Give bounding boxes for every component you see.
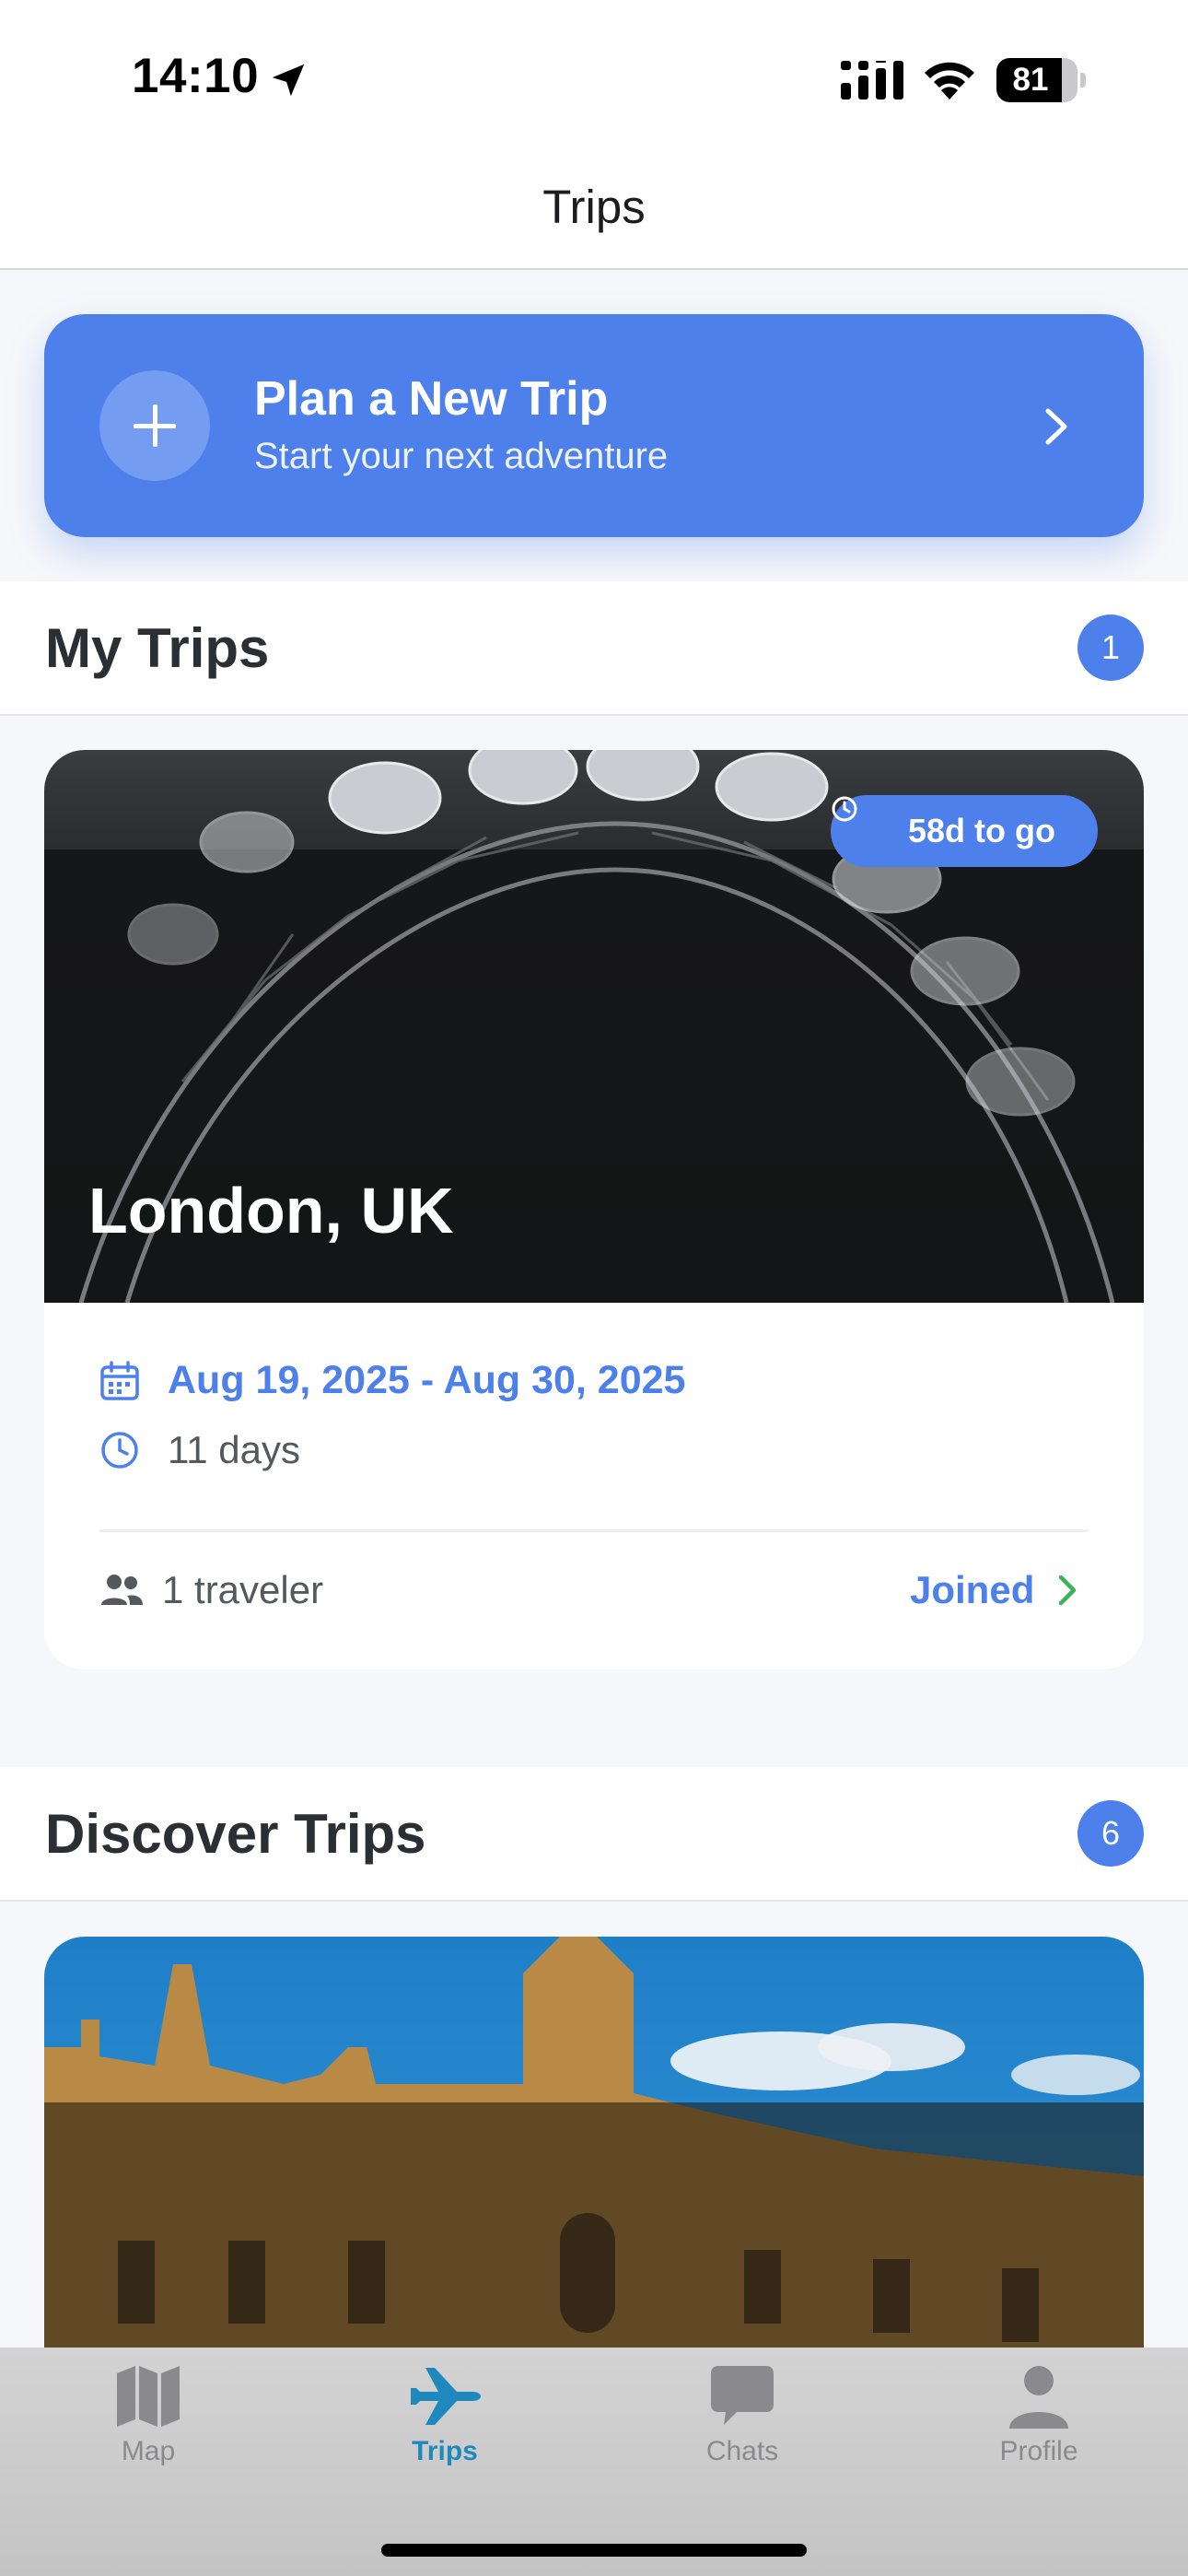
joined-status-link[interactable]: Joined (910, 1568, 1078, 1612)
clock-icon (832, 796, 857, 822)
people-icon (101, 1575, 143, 1605)
nav-divider (0, 268, 1188, 270)
discover-trips-header: Discover Trips 6 (0, 1767, 1188, 1902)
person-icon (1009, 2366, 1068, 2429)
travelers-row: 1 traveler (99, 1568, 323, 1612)
tab-bar: Map Trips Chats Profile (0, 2348, 1188, 2576)
plan-card-subtitle: Start your next adventure (254, 436, 669, 476)
tab-label: Trips (412, 2436, 478, 2466)
trip-duration: 11 days (168, 1428, 300, 1471)
plus-icon (99, 370, 210, 481)
section-title: My Trips (45, 617, 270, 679)
location-arrow-icon (272, 64, 305, 97)
airplane-icon (411, 2368, 481, 2425)
tab-label: Profile (999, 2436, 1078, 2466)
trip-duration-row: 11 days (99, 1428, 300, 1472)
countdown-text: 58d to go (908, 812, 1055, 849)
my-trips-header: My Trips 1 (0, 581, 1188, 716)
tab-profile[interactable]: Profile (947, 2364, 1131, 2467)
clock-icon (101, 1432, 138, 1469)
traveler-count: 1 traveler (162, 1568, 324, 1611)
chevron-right-icon (1045, 408, 1067, 445)
page-title: Trips (542, 181, 646, 233)
countdown-badge: 58d to go (831, 795, 1098, 867)
status-bar: 14:10 81 (0, 0, 1188, 161)
divider (99, 1529, 1089, 1532)
trip-destination: London, UK (88, 1175, 454, 1247)
tab-label: Chats (705, 2436, 779, 2466)
status-time: 14:10 (132, 49, 260, 103)
trip-dates-row: Aug 19, 2025 - Aug 30, 2025 (99, 1358, 685, 1403)
tab-trips[interactable]: Trips (353, 2364, 537, 2467)
cellular-signal-icon (841, 61, 903, 100)
trip-image-london-eye: 58d to go London, UK (44, 750, 1144, 1303)
joined-label: Joined (910, 1568, 1035, 1611)
chat-bubble-icon (711, 2366, 774, 2425)
calendar-icon (100, 1360, 139, 1400)
count-badge: 6 (1077, 1800, 1144, 1867)
section-title: Discover Trips (45, 1803, 426, 1865)
plan-new-trip-button[interactable]: Plan a New Trip Start your next adventur… (44, 314, 1144, 537)
trip-dates: Aug 19, 2025 - Aug 30, 2025 (168, 1358, 686, 1402)
tab-map[interactable]: Map (56, 2364, 240, 2467)
battery-percent: 81 (1012, 62, 1049, 98)
wifi-icon (925, 62, 974, 100)
tab-chats[interactable]: Chats (650, 2364, 834, 2467)
chevron-right-icon (1059, 1575, 1077, 1606)
count-badge: 1 (1077, 615, 1144, 681)
tab-label: Map (121, 2436, 176, 2466)
trip-card[interactable]: 58d to go London, UK Aug 19, 2025 - Aug … (44, 750, 1144, 1669)
plan-card-title: Plan a New Trip (254, 372, 609, 426)
home-indicator (381, 2544, 807, 2557)
map-icon (117, 2366, 180, 2427)
battery-indicator: 81 (996, 58, 1086, 102)
